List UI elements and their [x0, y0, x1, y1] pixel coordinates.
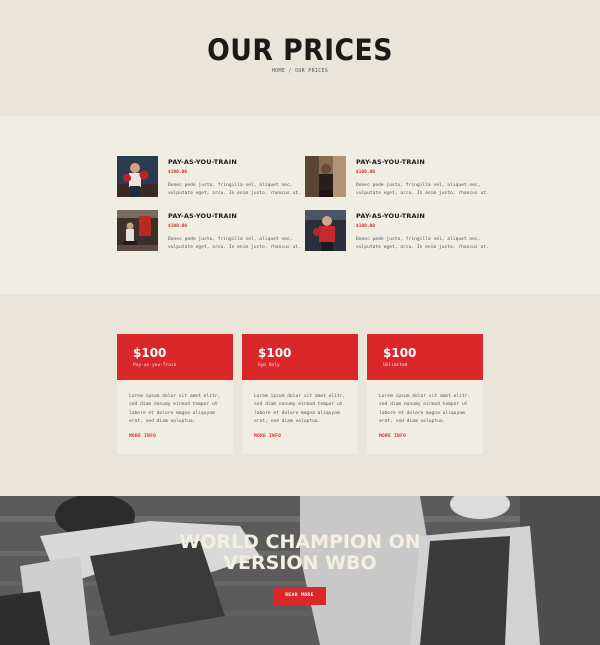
card-price: $100	[258, 346, 292, 360]
more-info-link[interactable]: MORE INFO	[254, 434, 281, 439]
plan-item[interactable]: PAY-AS-YOU-TRAIN $100.00 Donec pede just…	[305, 210, 505, 254]
pricing-cards-section: $100 Pay-as-you-Train Lorem ipsum dolor …	[0, 294, 600, 496]
plan-item[interactable]: PAY-AS-YOU-TRAIN $100.00 Donec pede just…	[305, 156, 505, 200]
plan-image	[117, 210, 158, 251]
card-price: $100	[383, 346, 417, 360]
page-title: OUR PRICES	[207, 33, 393, 67]
card-plan-name: Unlimited	[383, 363, 408, 368]
card-description: Lorem ipsum dolor sit amet elitr, sed di…	[379, 394, 471, 425]
plan-price: $100.00	[356, 170, 375, 175]
pricing-card-header: $100 Unlimited	[367, 334, 483, 380]
plan-image	[117, 156, 158, 197]
plan-title: PAY-AS-YOU-TRAIN	[168, 212, 238, 220]
more-info-link[interactable]: MORE INFO	[379, 434, 406, 439]
card-price: $100	[133, 346, 167, 360]
plan-description: Donec pede justo, fringilla vel, aliquet…	[168, 183, 301, 196]
plan-image	[305, 210, 346, 251]
plan-item[interactable]: PAY-AS-YOU-TRAIN $100.00 Donec pede just…	[117, 156, 317, 200]
breadcrumb[interactable]: HOME / OUR PRICES	[0, 68, 600, 74]
page-header: OUR PRICES HOME / OUR PRICES	[0, 0, 600, 116]
pricing-card-header: $100 Pay-as-you-Train	[117, 334, 233, 380]
pricing-card: $100 Gym Only Lorem ipsum dolor sit amet…	[242, 334, 358, 454]
pricing-card: $100 Pay-as-you-Train Lorem ipsum dolor …	[117, 334, 233, 454]
plan-price: $100.00	[168, 170, 187, 175]
plan-price: $100.00	[168, 224, 187, 229]
champion-banner: WORLD CHAMPION ON VERSION WBO READ MORE	[0, 496, 600, 645]
read-more-button[interactable]: READ MORE	[273, 587, 326, 605]
plan-image	[305, 156, 346, 197]
plan-item[interactable]: PAY-AS-YOU-TRAIN $100.00 Donec pede just…	[117, 210, 317, 254]
plan-title: PAY-AS-YOU-TRAIN	[356, 158, 426, 166]
more-info-link[interactable]: MORE INFO	[129, 434, 156, 439]
card-description: Lorem ipsum dolor sit amet elitr, sed di…	[129, 394, 221, 425]
plan-price: $100.00	[356, 224, 375, 229]
pricing-card: $100 Unlimited Lorem ipsum dolor sit ame…	[367, 334, 483, 454]
pricing-card-header: $100 Gym Only	[242, 334, 358, 380]
card-plan-name: Gym Only	[258, 363, 280, 368]
plan-title: PAY-AS-YOU-TRAIN	[168, 158, 238, 166]
plans-section: PAY-AS-YOU-TRAIN $100.00 Donec pede just…	[0, 116, 600, 294]
plan-description: Donec pede justo, fringilla vel, aliquet…	[168, 237, 301, 250]
plan-title: PAY-AS-YOU-TRAIN	[356, 212, 426, 220]
card-plan-name: Pay-as-you-Train	[133, 363, 177, 368]
banner-headline-line-2: VERSION WBO	[223, 552, 377, 574]
plan-description: Donec pede justo, fringilla vel, aliquet…	[356, 183, 489, 196]
card-description: Lorem ipsum dolor sit amet elitr, sed di…	[254, 394, 346, 425]
banner-headline-line-1: WORLD CHAMPION ON	[179, 531, 421, 553]
plan-description: Donec pede justo, fringilla vel, aliquet…	[356, 237, 489, 250]
banner-headline: WORLD CHAMPION ON VERSION WBO	[150, 532, 450, 574]
